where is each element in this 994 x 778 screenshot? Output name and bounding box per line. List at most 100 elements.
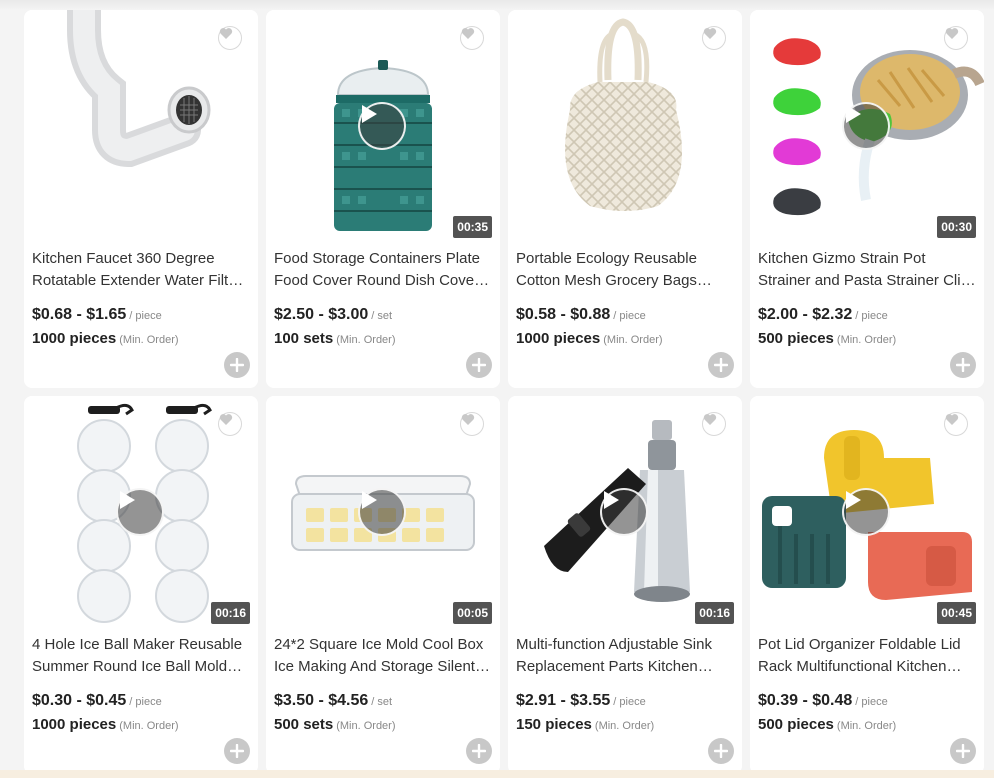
play-video-button[interactable] <box>842 102 890 150</box>
play-video-button[interactable] <box>600 488 648 536</box>
play-video-button[interactable] <box>842 488 890 536</box>
add-button[interactable] <box>708 738 734 764</box>
min-order: 150 pieces (Min. Order) <box>516 716 654 733</box>
add-button[interactable] <box>950 352 976 378</box>
heart-icon <box>461 414 475 425</box>
price-unit: / piece <box>129 310 162 322</box>
price-value: $0.58 - $0.88 <box>516 306 611 323</box>
plus-icon <box>472 358 486 372</box>
product-image[interactable]: 00:45 <box>750 396 984 628</box>
product-card[interactable]: 00:05 24*2 Square Ice Mold Cool Box Ice … <box>266 396 500 774</box>
min-order-value: 1000 pieces <box>32 716 117 733</box>
play-video-button[interactable] <box>358 488 406 536</box>
min-order: 100 sets (Min. Order) <box>274 330 396 347</box>
play-video-button[interactable] <box>358 102 406 150</box>
play-icon <box>604 491 619 509</box>
favorite-button[interactable] <box>218 412 242 436</box>
price-range: $0.39 - $0.48/ piece <box>758 692 888 710</box>
product-card[interactable]: 00:45 Pot Lid Organizer Foldable Lid Rac… <box>750 396 984 774</box>
bottom-edge <box>0 770 994 778</box>
min-order-label: (Min. Order) <box>603 334 663 346</box>
min-order: 500 sets (Min. Order) <box>274 716 396 733</box>
price-unit: / piece <box>613 310 646 322</box>
favorite-button[interactable] <box>218 26 242 50</box>
min-order: 1000 pieces (Min. Order) <box>516 330 663 347</box>
product-title[interactable]: Kitchen Gizmo Strain Pot Strainer and Pa… <box>758 248 976 292</box>
favorite-button[interactable] <box>702 412 726 436</box>
product-image[interactable]: 00:16 <box>24 396 258 628</box>
video-duration: 00:45 <box>937 602 976 624</box>
favorite-button[interactable] <box>944 412 968 436</box>
play-video-button[interactable] <box>116 488 164 536</box>
price-unit: / piece <box>129 696 162 708</box>
min-order-value: 1000 pieces <box>516 330 601 347</box>
product-card[interactable]: Kitchen Faucet 360 Degree Rotatable Exte… <box>24 10 258 388</box>
price-unit: / set <box>371 696 393 708</box>
product-title[interactable]: Food Storage Containers Plate Food Cover… <box>274 248 492 292</box>
min-order-value: 100 sets <box>274 330 334 347</box>
price-value: $2.91 - $3.55 <box>516 692 611 709</box>
price-value: $2.50 - $3.00 <box>274 306 369 323</box>
price-range: $2.91 - $3.55/ piece <box>516 692 646 710</box>
min-order: 1000 pieces (Min. Order) <box>32 716 179 733</box>
min-order: 500 pieces (Min. Order) <box>758 716 896 733</box>
min-order-value: 500 sets <box>274 716 334 733</box>
product-image[interactable]: 00:05 <box>266 396 500 628</box>
price-unit: / piece <box>855 696 888 708</box>
favorite-button[interactable] <box>460 412 484 436</box>
min-order-value: 150 pieces <box>516 716 592 733</box>
min-order: 1000 pieces (Min. Order) <box>32 330 179 347</box>
min-order-label: (Min. Order) <box>119 720 179 732</box>
favorite-button[interactable] <box>944 26 968 50</box>
add-button[interactable] <box>466 738 492 764</box>
play-icon <box>846 491 861 509</box>
plus-icon <box>956 744 970 758</box>
price-value: $2.00 - $2.32 <box>758 306 853 323</box>
product-card[interactable]: Portable Ecology Reusable Cotton Mesh Gr… <box>508 10 742 388</box>
product-title[interactable]: 24*2 Square Ice Mold Cool Box Ice Making… <box>274 634 492 678</box>
plus-icon <box>714 744 728 758</box>
play-icon <box>362 491 377 509</box>
add-button[interactable] <box>224 352 250 378</box>
min-order: 500 pieces (Min. Order) <box>758 330 896 347</box>
plus-icon <box>472 744 486 758</box>
favorite-button[interactable] <box>460 26 484 50</box>
product-card[interactable]: 00:16 4 Hole Ice Ball Maker Reusable Sum… <box>24 396 258 774</box>
price-value: $3.50 - $4.56 <box>274 692 369 709</box>
min-order-value: 500 pieces <box>758 716 834 733</box>
product-title[interactable]: Kitchen Faucet 360 Degree Rotatable Exte… <box>32 248 250 292</box>
product-image[interactable]: 00:35 <box>266 10 500 242</box>
product-card[interactable]: 00:30 Kitchen Gizmo Strain Pot Strainer … <box>750 10 984 388</box>
product-image[interactable] <box>508 10 742 242</box>
add-button[interactable] <box>950 738 976 764</box>
plus-icon <box>956 358 970 372</box>
product-image[interactable]: 00:16 <box>508 396 742 628</box>
product-card[interactable]: 00:35 Food Storage Containers Plate Food… <box>266 10 500 388</box>
favorite-button[interactable] <box>702 26 726 50</box>
min-order-label: (Min. Order) <box>336 720 396 732</box>
min-order-value: 500 pieces <box>758 330 834 347</box>
product-card[interactable]: 00:16 Multi-function Adjustable Sink Rep… <box>508 396 742 774</box>
product-title[interactable]: 4 Hole Ice Ball Maker Reusable Summer Ro… <box>32 634 250 678</box>
plus-icon <box>230 358 244 372</box>
price-range: $3.50 - $4.56/ set <box>274 692 392 710</box>
product-title[interactable]: Multi-function Adjustable Sink Replaceme… <box>516 634 734 678</box>
price-value: $0.68 - $1.65 <box>32 306 127 323</box>
heart-icon <box>945 414 959 425</box>
plus-icon <box>714 358 728 372</box>
min-order-label: (Min. Order) <box>336 334 396 346</box>
add-button[interactable] <box>224 738 250 764</box>
add-button[interactable] <box>708 352 734 378</box>
product-title[interactable]: Pot Lid Organizer Foldable Lid Rack Mult… <box>758 634 976 678</box>
price-unit: / set <box>371 310 393 322</box>
product-image[interactable] <box>24 10 258 242</box>
price-unit: / piece <box>855 310 888 322</box>
top-edge <box>0 0 994 10</box>
heart-icon <box>461 28 475 39</box>
add-button[interactable] <box>466 352 492 378</box>
price-value: $0.30 - $0.45 <box>32 692 127 709</box>
min-order-label: (Min. Order) <box>119 334 179 346</box>
product-title[interactable]: Portable Ecology Reusable Cotton Mesh Gr… <box>516 248 734 292</box>
product-grid: Kitchen Faucet 360 Degree Rotatable Exte… <box>24 10 984 774</box>
product-image[interactable]: 00:30 <box>750 10 984 242</box>
